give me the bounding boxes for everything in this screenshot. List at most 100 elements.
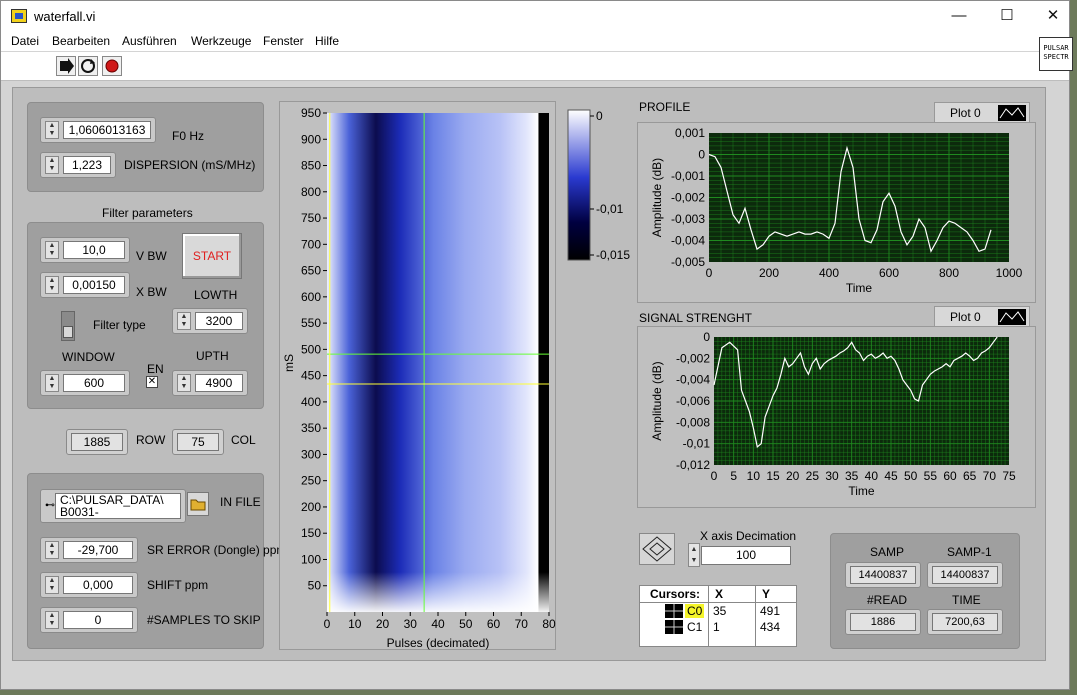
dispersion-spinner[interactable]: ▲ ▼ — [45, 156, 59, 174]
run-continuously-icon[interactable] — [78, 56, 98, 76]
cursor-legend[interactable]: Cursors: X Y C0 35 491 C1 1 434 — [639, 585, 797, 647]
x-decimation-field[interactable]: 100 — [701, 546, 791, 565]
menu-datei[interactable]: Datei — [11, 34, 39, 48]
heatmap-x-tick-label: 60 — [487, 617, 501, 631]
dispersion-control[interactable]: ▲ ▼ 1,223 — [40, 152, 116, 178]
profile-legend[interactable]: Plot 0 — [934, 102, 1030, 124]
shift-control[interactable]: ▲ ▼ 0,000 — [40, 572, 138, 598]
labview-window: waterfall.vi — ☐ ✕ Datei Bearbeiten Ausf… — [0, 0, 1073, 690]
run-arrow-icon[interactable] — [56, 56, 76, 76]
profile-y-tick-label: -0,003 — [671, 212, 705, 226]
time-indicator: 7200,63 — [927, 609, 1003, 635]
menu-ausfuehren[interactable]: Ausführen — [122, 34, 177, 48]
heatmap-x-tick-label: 70 — [515, 617, 529, 631]
upth-control[interactable]: ▲ ▼ 4900 — [172, 370, 248, 396]
heatmap-x-tick-label: 30 — [404, 617, 418, 631]
heatmap-fade — [327, 113, 549, 612]
heatmap-y-tick-label: 800 — [301, 185, 321, 199]
maximize-button[interactable]: ☐ — [984, 1, 1030, 31]
row-value: 1885 — [71, 433, 123, 451]
signal-chart[interactable]: 0 5 10 15 20 25 30 35 40 45 50 55 60 65 70 750-0,002-0,… — [637, 326, 1036, 508]
signal-legend[interactable]: Plot 0 — [934, 306, 1030, 328]
sr-error-control[interactable]: ▲ ▼ -29,700 — [40, 537, 138, 563]
heatmap-x-tick-label: 80 — [542, 617, 556, 631]
window-field[interactable]: 600 — [63, 374, 125, 392]
signal-x-tick-label: 40 — [865, 469, 879, 483]
lowth-control[interactable]: ▲ ▼ 3200 — [172, 308, 248, 334]
shift-spinner[interactable]: ▲ ▼ — [45, 576, 59, 594]
heatmap-y-tick-label: 650 — [301, 264, 321, 278]
signal-y-tick-label: -0,002 — [676, 351, 710, 365]
infile-path-control[interactable]: ⊷ C:\PULSAR_DATA\ B0031- — [40, 489, 186, 523]
skip-spinner[interactable]: ▲ ▼ — [45, 611, 59, 629]
vbw-field[interactable]: 10,0 — [63, 241, 125, 259]
signal-title: SIGNAL STRENGHT — [639, 311, 752, 325]
xbw-field[interactable]: 0,00150 — [63, 276, 125, 294]
menu-fenster[interactable]: Fenster — [263, 34, 304, 48]
heatmap-y-tick-label: 250 — [301, 474, 321, 488]
menu-werkzeuge[interactable]: Werkzeuge — [191, 34, 251, 48]
x-decimation-spinner[interactable]: ▲ ▼ — [688, 543, 700, 567]
close-button[interactable]: ✕ — [1030, 1, 1076, 31]
infile-path-field[interactable]: C:\PULSAR_DATA\ B0031- — [55, 493, 181, 519]
menu-hilfe[interactable]: Hilfe — [315, 34, 339, 48]
filter-type-switch[interactable] — [61, 311, 75, 341]
heatmap-y-tick-label: 350 — [301, 421, 321, 435]
signal-x-tick-label: 0 — [711, 469, 718, 483]
signal-x-tick-label: 65 — [963, 469, 977, 483]
profile-x-tick-label: 600 — [879, 266, 899, 280]
skip-field[interactable]: 0 — [63, 611, 133, 629]
vi-icon-line1: PULSAR — [1043, 44, 1069, 52]
shift-field[interactable]: 0,000 — [63, 576, 133, 594]
upth-field[interactable]: 4900 — [195, 374, 243, 392]
xbw-spinner[interactable]: ▲ ▼ — [45, 276, 59, 294]
read-indicator: 1886 — [845, 609, 921, 635]
menu-bearbeiten[interactable]: Bearbeiten — [52, 34, 110, 48]
heatmap-x-tick-label: 40 — [431, 617, 445, 631]
signal-x-tick-label: 25 — [806, 469, 820, 483]
waterfall-heatmap[interactable]: 0 10 20 30 40 50 60 70 80 50 100 150 200 250 300 350 40… — [279, 101, 556, 650]
profile-chart[interactable]: 0 200 400 600 800 1000 0,001 0 -0,001 -0,002 -0,00… — [637, 122, 1036, 303]
profile-x-tick-label: 800 — [939, 266, 959, 280]
heatmap-y-tick-label: 200 — [301, 500, 321, 514]
heatmap-xlabel: Pulses (decimated) — [387, 636, 490, 650]
signal-x-tick-label: 70 — [983, 469, 997, 483]
sr-error-field[interactable]: -29,700 — [63, 541, 133, 559]
window-spinner[interactable]: ▲ ▼ — [45, 374, 59, 392]
f0-field[interactable]: 1,0606013163 — [63, 121, 151, 139]
signal-x-tick-label: 10 — [747, 469, 761, 483]
window-control[interactable]: ▲ ▼ 600 — [40, 370, 130, 396]
f0-control[interactable]: ▲ ▼ 1,0606013163 — [40, 117, 156, 143]
minimize-button[interactable]: — — [936, 1, 982, 31]
en-checkbox[interactable]: ✕ — [146, 376, 158, 388]
signal-x-tick-label: 55 — [924, 469, 938, 483]
lowth-field[interactable]: 3200 — [195, 312, 243, 330]
signal-y-tick-label: -0,01 — [683, 437, 711, 451]
col-indicator: 75 — [172, 429, 224, 455]
heatmap-y-tick-label: 450 — [301, 369, 321, 383]
cursor-c1-name[interactable]: C1 — [685, 620, 704, 634]
graph-palette-icon[interactable] — [639, 533, 675, 565]
cursor-c0-name[interactable]: C0 — [685, 604, 705, 618]
upth-spinner[interactable]: ▲ ▼ — [177, 374, 191, 392]
profile-y-tick-label: -0,001 — [671, 169, 705, 183]
cursor-c1-x: 1 — [713, 620, 720, 634]
f0-spinner[interactable]: ▲ ▼ — [45, 121, 59, 139]
skip-control[interactable]: ▲ ▼ 0 — [40, 607, 138, 633]
vbw-spinner[interactable]: ▲ ▼ — [45, 241, 59, 259]
start-button[interactable]: START — [182, 233, 242, 279]
heatmap-y-tick-label: 600 — [301, 290, 321, 304]
vbw-control[interactable]: ▲ ▼ 10,0 — [40, 237, 130, 263]
sr-error-spinner[interactable]: ▲ ▼ — [45, 541, 59, 559]
infile-path-line2: B0031- — [60, 505, 99, 519]
heatmap-x-ticks: 0 10 20 30 40 50 60 70 80 — [324, 612, 556, 631]
window-label: WINDOW — [62, 350, 115, 364]
skip-label: #SAMPLES TO SKIP — [147, 613, 261, 627]
abort-stop-icon[interactable] — [102, 56, 122, 76]
title-bar[interactable]: waterfall.vi — ☐ ✕ — [1, 1, 1069, 31]
dispersion-field[interactable]: 1,223 — [63, 156, 111, 174]
lowth-spinner[interactable]: ▲ ▼ — [177, 312, 191, 330]
xbw-control[interactable]: ▲ ▼ 0,00150 — [40, 272, 130, 298]
colorbar-tick-label: -0,015 — [596, 248, 630, 262]
folder-browse-icon[interactable] — [187, 492, 209, 516]
